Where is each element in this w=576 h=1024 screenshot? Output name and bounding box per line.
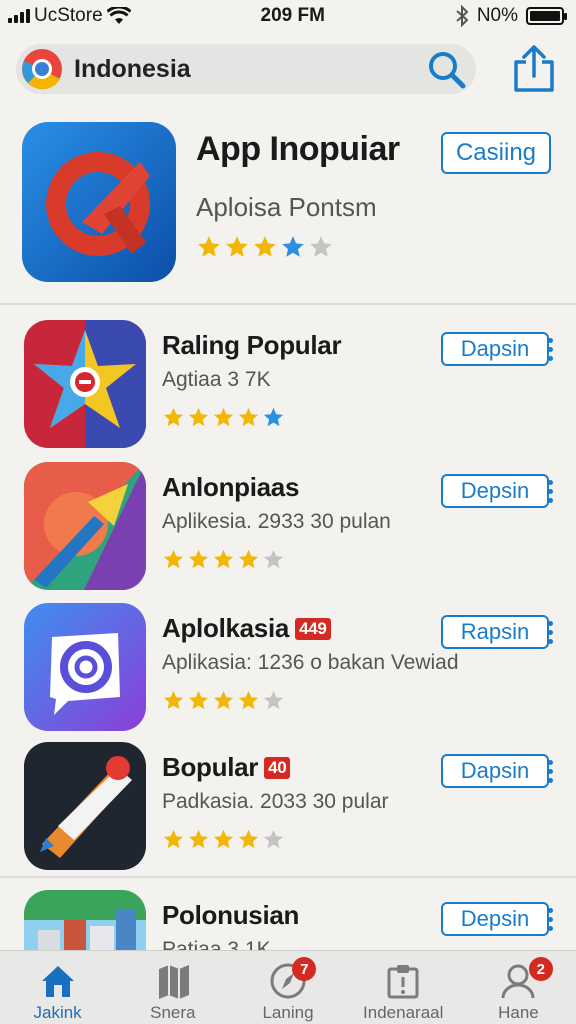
star-icon [163,690,184,710]
app-subtitle: Aplikesia. 2933 30 pulan [162,510,391,533]
tab-label: Snera [150,1003,196,1022]
app-row[interactable]: Bopular 40 Padkasia. 2033 30 pular Dapsin [0,742,576,880]
tab-label: Indenaraal [363,1003,444,1022]
tab-label: Jakink [33,1003,82,1022]
app-get-button[interactable]: Dapsin [441,754,549,788]
app-name: Bopular 40 [162,752,291,783]
star-icon [163,829,184,849]
app-subtitle: Agtiaa 3 7K [162,368,271,391]
star-icon [163,407,184,427]
bluetooth-icon [456,5,469,27]
status-right: N0% [455,5,567,27]
app-row[interactable]: Aplolkasia 449 Aplikasia: 1236 o bakan Ve… [0,603,576,741]
status-bar: UcStore 209 FM N0% [0,0,576,32]
search-bar[interactable]: Indonesia [16,44,476,94]
star-icon [163,549,184,569]
more-options-icon[interactable] [540,754,560,788]
tab-label: Hane [498,1003,539,1022]
app-row[interactable]: Anlonpiaas Aplikesia. 2933 30 pulan Deps… [0,462,576,600]
star-icon [254,236,276,257]
star-icon [213,407,234,427]
app-get-button[interactable]: Depsin [441,474,549,508]
app-badge: 449 [295,617,331,640]
app-rating-stars [162,689,285,712]
star-icon [226,236,248,257]
app-rating-stars [162,828,285,851]
star-icon [213,829,234,849]
star-icon [198,236,220,257]
tab-badge: 2 [528,957,553,981]
app-subtitle: Aplikasia: 1236 o bakan Vewiad [162,651,459,674]
featured-app-icon [22,122,176,282]
star-icon [213,690,234,710]
tab-badge: 7 [292,957,317,981]
app-icon [24,320,146,448]
clipboard-icon [387,965,419,999]
star-icon [263,829,284,849]
featured-app[interactable]: App Inopuiar Aploisa Pontsm Casiing [0,110,576,305]
app-name: Anlonpiaas [162,472,300,502]
wifi-icon [106,7,131,24]
app-name: Raling Popular [162,330,342,360]
status-left: UcStore [8,5,131,27]
star-icon [238,549,259,569]
app-icon [24,603,146,731]
more-options-icon[interactable] [540,474,560,508]
star-icon [310,236,332,257]
tab-bar: Jakink Snera 7 Laning Indenaraal 2 Hane [0,950,576,1024]
featured-rating-stars [196,234,334,260]
app-rating-stars [162,548,285,571]
tab-compass[interactable]: 7 Laning [230,951,345,1024]
star-icon [263,549,284,569]
app-row[interactable]: Raling Popular Agtiaa 3 7K Dapsin [0,320,576,458]
signal-icon [8,9,30,23]
section-divider [0,876,576,878]
app-icon [24,462,146,590]
more-options-icon[interactable] [540,332,560,366]
battery-label: N0% [476,5,518,26]
star-icon [282,236,304,257]
featured-app-title: App Inopuiar [196,130,400,168]
tab-home[interactable]: Jakink [0,951,115,1024]
app-name: Aplolkasia 449 [162,613,331,644]
star-icon [263,690,284,710]
app-name: Polonusian [162,900,300,930]
battery-icon [526,7,567,25]
star-icon [263,407,284,427]
carrier-label: UcStore [34,5,103,26]
time-label: 209 FM [260,5,325,26]
tab-profile[interactable]: 2 Hane [461,951,576,1024]
star-icon [238,690,259,710]
more-options-icon[interactable] [540,615,560,649]
star-icon [188,549,209,569]
search-query[interactable]: Indonesia [74,55,424,84]
star-icon [188,407,209,427]
app-subtitle: Padkasia. 2033 30 pular [162,790,389,813]
app-rating-stars [162,406,285,429]
more-options-icon[interactable] [540,902,560,936]
browser-logo-icon [22,49,62,90]
featured-app-subtitle: Aploisa Pontsm [196,192,377,222]
app-get-button[interactable]: Rapsin [441,615,549,649]
tab-clipboard[interactable]: Indenaraal [346,951,461,1024]
app-icon [24,742,146,870]
home-icon [41,966,74,997]
tab-map[interactable]: Snera [115,951,230,1024]
star-icon [238,829,259,849]
share-icon[interactable] [512,44,556,94]
search-icon[interactable] [424,47,468,91]
map-icon [158,965,189,999]
featured-get-button[interactable]: Casiing [441,132,551,174]
star-icon [213,549,234,569]
star-icon [238,407,259,427]
app-get-button[interactable]: Dapsin [441,332,549,366]
star-icon [188,829,209,849]
app-get-button[interactable]: Depsin [441,902,549,936]
tab-label: Laning [262,1003,314,1022]
star-icon [188,690,209,710]
app-badge: 40 [264,756,291,779]
